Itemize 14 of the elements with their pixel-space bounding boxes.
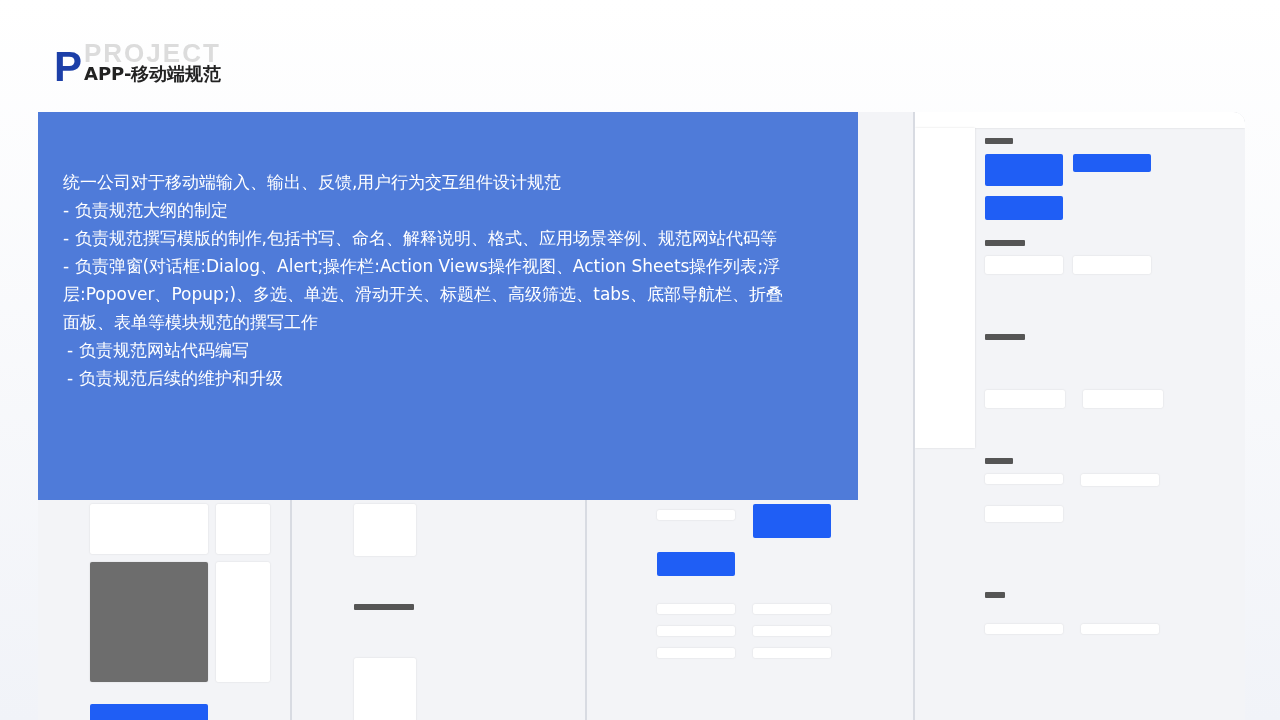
section-heading-bar <box>985 240 1025 246</box>
section-heading-bar <box>354 604 414 610</box>
description-text: - 负责规范大纲的制定 <box>63 199 229 222</box>
description-text: - 负责规范后续的维护和升级 <box>66 367 284 390</box>
section-heading-bar <box>985 592 1005 598</box>
section-heading-bar <box>985 334 1025 340</box>
section-heading-bar <box>985 138 1013 144</box>
description-text: 统一公司对于移动端输入、输出、反馈,用户行为交互组件设计规范 <box>63 171 563 194</box>
section-heading-bar <box>985 458 1013 464</box>
description-text: - 负责规范网站代码编写 <box>66 339 250 362</box>
description-text: - 负责规范撰写模版的制作,包括书写、命名、解释说明、格式、应用场景举例、规范网站代码等 <box>63 227 778 250</box>
page-title: APP-移动端规范 <box>84 64 222 84</box>
logo-letter: P <box>54 43 82 90</box>
description-text: - 负责弹窗(对话框:Dialog、Alert;操作栏:Action Views操作视图、Action Sheets操作列表;浮层:Popover、Popup;)、多选、单选、滑动开关、标题栏、高级筛选、tabs、底部导航栏、折叠面板、表单等模块规范的撰写工作 <box>63 255 784 334</box>
